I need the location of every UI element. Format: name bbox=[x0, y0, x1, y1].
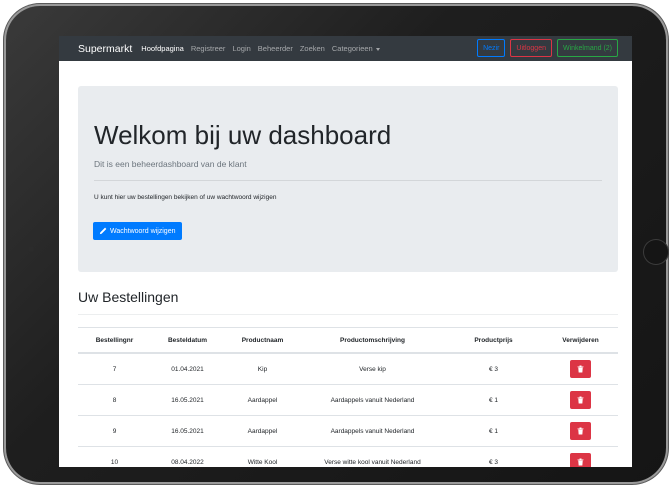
trash-icon bbox=[577, 458, 584, 466]
cell-product-description: Verse witte kool vanuit Nederland bbox=[301, 446, 444, 467]
col-header-productnaam: Productnaam bbox=[224, 327, 301, 354]
tablet-frame: Supermarkt Hoofdpagina Registreer Login … bbox=[6, 6, 669, 482]
cell-order-date: 16.05.2021 bbox=[151, 415, 224, 447]
cell-product-price: € 1 bbox=[444, 384, 543, 416]
cart-button[interactable]: Winkelmand (2) bbox=[556, 39, 618, 57]
trash-icon bbox=[577, 396, 584, 404]
section-divider bbox=[78, 314, 618, 315]
col-header-productomschrijving: Productomschrijving bbox=[301, 327, 444, 354]
table-row: 10 08.04.2022 Witte Kool Verse witte koo… bbox=[78, 446, 618, 467]
col-header-besteldatum: Besteldatum bbox=[151, 327, 224, 354]
cell-product-description: Aardappels vanuit Nederland bbox=[301, 415, 444, 447]
cell-product-name: Aardappel bbox=[224, 384, 301, 416]
info-text: U kunt hier uw bestellingen bekijken of … bbox=[94, 194, 277, 201]
cell-product-description: Verse kip bbox=[301, 352, 444, 385]
orders-table: Bestellingnr Besteldatum Productnaam Pro… bbox=[78, 327, 618, 467]
cell-product-name: Witte Kool bbox=[224, 446, 301, 467]
cell-delete bbox=[543, 415, 618, 447]
home-button[interactable] bbox=[643, 239, 669, 265]
col-header-bestellingnr: Bestellingnr bbox=[78, 327, 151, 354]
divider bbox=[94, 180, 602, 181]
navbar-actions: Nezir Uitloggen Winkelmand (2) bbox=[477, 39, 618, 57]
pencil-icon bbox=[99, 227, 107, 235]
cell-product-name: Kip bbox=[224, 352, 301, 385]
table-row: 8 16.05.2021 Aardappel Aardappels vanuit… bbox=[78, 384, 618, 416]
cell-order-nr: 9 bbox=[78, 415, 151, 447]
delete-button[interactable] bbox=[570, 453, 591, 467]
cell-delete bbox=[543, 446, 618, 467]
navbar: Supermarkt Hoofdpagina Registreer Login … bbox=[59, 36, 632, 61]
col-header-verwijderen: Verwijderen bbox=[543, 327, 618, 354]
cell-product-description: Aardappels vanuit Nederland bbox=[301, 384, 444, 416]
cell-order-nr: 7 bbox=[78, 352, 151, 385]
nav-link-zoeken[interactable]: Zoeken bbox=[300, 44, 325, 53]
col-header-productprijs: Productprijs bbox=[444, 327, 543, 354]
table-row: 9 16.05.2021 Aardappel Aardappels vanuit… bbox=[78, 415, 618, 447]
cell-order-nr: 8 bbox=[78, 384, 151, 416]
delete-button[interactable] bbox=[570, 360, 591, 378]
page-title: Welkom bij uw dashboard bbox=[94, 120, 392, 150]
cell-product-price: € 1 bbox=[444, 415, 543, 447]
cell-order-date: 01.04.2021 bbox=[151, 352, 224, 385]
change-password-button[interactable]: Wachtwoord wijzigen bbox=[93, 222, 182, 240]
nav-link-registreer[interactable]: Registreer bbox=[191, 44, 226, 53]
cell-product-price: € 3 bbox=[444, 352, 543, 385]
delete-button[interactable] bbox=[570, 422, 591, 440]
trash-icon bbox=[577, 427, 584, 435]
table-header-row: Bestellingnr Besteldatum Productnaam Pro… bbox=[78, 327, 618, 354]
nav-link-beheerder[interactable]: Beheerder bbox=[258, 44, 293, 53]
cell-product-name: Aardappel bbox=[224, 415, 301, 447]
nav-link-login[interactable]: Login bbox=[232, 44, 250, 53]
cell-delete bbox=[543, 352, 618, 385]
cell-delete bbox=[543, 384, 618, 416]
cell-product-price: € 3 bbox=[444, 446, 543, 467]
logout-button[interactable]: Uitloggen bbox=[510, 39, 552, 57]
page-subtitle: Dit is een beheerdashboard van de klant bbox=[94, 159, 247, 169]
cell-order-nr: 10 bbox=[78, 446, 151, 467]
nav-dropdown-label: Categorieen bbox=[331, 44, 373, 53]
camera-dot bbox=[28, 246, 34, 252]
orders-heading: Uw Bestellingen bbox=[78, 289, 179, 305]
nav-link-hoofdpagina[interactable]: Hoofdpagina bbox=[141, 44, 184, 53]
cell-order-date: 16.05.2021 bbox=[151, 384, 224, 416]
user-button[interactable]: Nezir bbox=[477, 39, 506, 57]
navbar-brand[interactable]: Supermarkt bbox=[78, 43, 132, 55]
nav-dropdown-categorieen[interactable]: Categorieen bbox=[332, 44, 380, 53]
trash-icon bbox=[577, 365, 584, 373]
cell-order-date: 08.04.2022 bbox=[151, 446, 224, 467]
table-row: 7 01.04.2021 Kip Verse kip € 3 bbox=[78, 352, 618, 385]
caret-down-icon bbox=[375, 47, 380, 51]
screen: Supermarkt Hoofdpagina Registreer Login … bbox=[59, 36, 632, 467]
delete-button[interactable] bbox=[570, 391, 591, 409]
change-password-label: Wachtwoord wijzigen bbox=[110, 227, 176, 235]
dashboard-jumbotron: Welkom bij uw dashboard Dit is een behee… bbox=[78, 86, 618, 272]
